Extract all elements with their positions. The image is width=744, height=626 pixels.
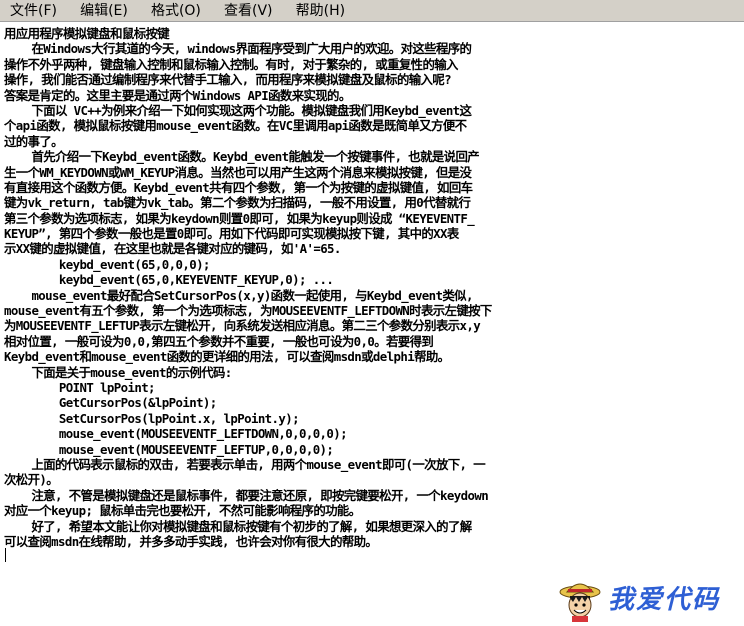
watermark: 我爱代码 bbox=[556, 578, 742, 624]
text-line: 键为vk_return, tab键为vk_tab。第二个参数为扫描码, 一般不用… bbox=[4, 195, 471, 211]
watermark-text: 我爱代码 bbox=[608, 585, 721, 615]
text-line: 下面是关于mouse_event的示例代码: bbox=[4, 364, 232, 380]
text-line: 生一个WM_KEYDOWN或WM_KEYUP消息。当然也可以用产生这两个消息来模… bbox=[4, 164, 472, 180]
text-line: keybd_event(65,0,KEYEVENTF_KEYUP,0); ... bbox=[4, 272, 334, 288]
menu-view[interactable]: 查看(V) bbox=[214, 1, 281, 21]
text-line: 注意, 不管是模拟键盘还是鼠标事件, 都要注意还原, 即按完键要松开, 一个ke… bbox=[4, 487, 489, 503]
text-line: Keybd_event和mouse_event函数的更详细的用法, 可以查阅ms… bbox=[4, 349, 450, 365]
text-line: 在Windows大行其道的今天, windows界面程序受到广大用户的欢迎。对这… bbox=[4, 41, 472, 57]
text-line: 上面的代码表示鼠标的双击, 若要表示单击, 用两个mouse_event即可(一… bbox=[4, 456, 486, 472]
text-line: 过的事了。 bbox=[4, 133, 64, 149]
menu-help[interactable]: 帮助(H) bbox=[286, 1, 353, 21]
text-line: mouse_event最好配合SetCursorPos(x,y)函数一起使用, … bbox=[4, 287, 473, 303]
text-line: 第三个参数为选项标志, 如果为keydown则置0即可, 如果为keyup则设成… bbox=[4, 210, 475, 226]
menu-format[interactable]: 格式(O) bbox=[141, 1, 209, 21]
text-line: 示XX键的虚拟键值, 在这里也就是各键对应的键码, 如'A'=65. bbox=[4, 241, 341, 257]
text-line: 下面以 VC++为例来介绍一下如何实现这两个功能。模拟键盘我们用Keybd_ev… bbox=[4, 102, 472, 118]
text-line: keybd_event(65,0,0,0); bbox=[4, 256, 211, 272]
text-line: KEYUP”, 第四个参数一般也是置0即可。用如下代码即可实现模拟按下键, 其中… bbox=[4, 226, 459, 242]
text-line: 答案是肯定的。这里主要是通过两个Windows API函数来实现的。 bbox=[4, 87, 351, 103]
text-line: mouse_event(MOUSEEVENTF_LEFTDOWN,0,0,0,0… bbox=[4, 426, 348, 442]
text-line: SetCursorPos(lpPoint.x, lpPoint.y); bbox=[4, 410, 300, 426]
text-line: 好了, 希望本文能让你对模拟键盘和鼠标按键有个初步的了解, 如果想更深入的了解 bbox=[4, 518, 472, 534]
text-line: 次松开)。 bbox=[4, 472, 59, 488]
text-line: 操作不外乎两种, 键盘输入控制和鼠标输入控制。有时, 对于繁杂的, 或重复性的输… bbox=[4, 56, 458, 72]
text-line: mouse_event有五个参数, 第一个为选项标志, 为MOUSEEVENTF… bbox=[4, 303, 492, 319]
document-text[interactable]: 用应用程序模拟键盘和鼠标按键 在Windows大行其道的今天, windows界… bbox=[4, 26, 742, 549]
text-line: 用应用程序模拟键盘和鼠标按键 bbox=[4, 26, 170, 41]
text-line: 为MOUSEEVENTF_LEFTUP表示左键松开, 向系统发送相应消息。第二三… bbox=[4, 318, 481, 334]
text-line: mouse_event(MOUSEEVENTF_LEFTUP,0,0,0,0); bbox=[4, 441, 334, 457]
straw-hat-pirate-icon bbox=[559, 583, 601, 622]
menu-edit[interactable]: 编辑(E) bbox=[70, 1, 136, 21]
menu-bar: 文件(F) 编辑(E) 格式(O) 查看(V) 帮助(H) bbox=[0, 0, 744, 22]
text-line: 首先介绍一下Keybd_event函数。Keybd_event能触发一个按键事件… bbox=[4, 149, 480, 165]
text-line: 操作, 我们能否通过编制程序来代替手工输入, 而用程序来模拟键盘及鼠标的输入呢? bbox=[4, 72, 452, 88]
text-line: 相对位置, 一般可设为0,0,第四五个参数并不重要, 一般也可设为0,0。若要得… bbox=[4, 333, 434, 349]
text-caret bbox=[5, 548, 6, 562]
menu-file[interactable]: 文件(F) bbox=[0, 1, 65, 21]
text-line: POINT lpPoint; bbox=[4, 379, 156, 395]
text-line: 个api函数, 模拟鼠标按键用mouse_event函数。在VC里调用api函数… bbox=[4, 118, 467, 134]
text-line: 可以查阅msdn在线帮助, 并多多动手实践, 也许会对你有很大的帮助。 bbox=[4, 533, 378, 549]
text-line: 有直接用这个函数方便。Keybd_event共有四个参数, 第一个为按键的虚拟键… bbox=[4, 179, 473, 195]
text-line: GetCursorPos(&lpPoint); bbox=[4, 395, 217, 411]
text-editor-area[interactable]: 用应用程序模拟键盘和鼠标按键 在Windows大行其道的今天, windows界… bbox=[0, 22, 744, 626]
text-line: 对应一个keyup; 鼠标单击完也要松开, 不然可能影响程序的功能。 bbox=[4, 503, 361, 519]
